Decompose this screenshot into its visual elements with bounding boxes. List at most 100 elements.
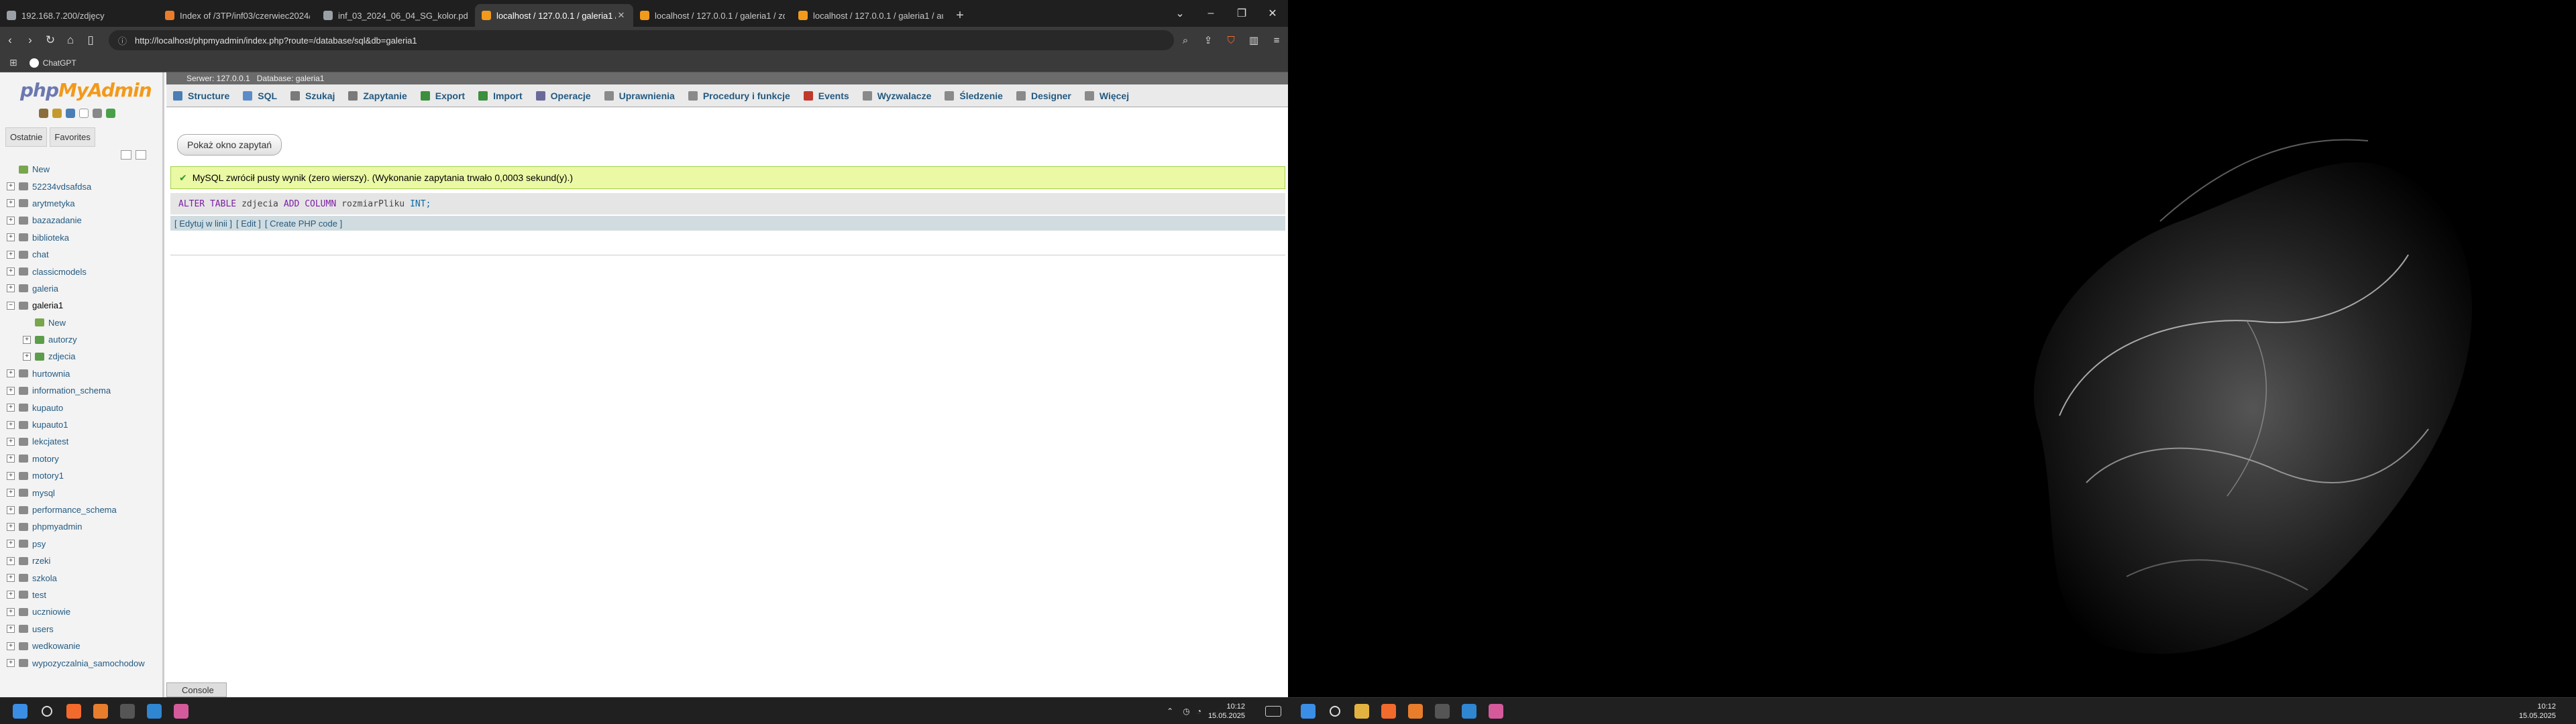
tree-database[interactable]: + bazazadanie [7,212,164,229]
maximize-icon[interactable]: ❐ [1226,0,1257,27]
expand-icon[interactable]: + [7,591,15,599]
back-icon[interactable]: ‹ [0,30,20,50]
expand-icon[interactable]: + [7,505,15,514]
collapse-all-icon[interactable] [121,150,131,160]
tree-database[interactable]: + arytmetyka [7,195,164,212]
menu-tab[interactable]: Wyzwalacze [862,90,931,101]
expand-icon[interactable]: + [7,216,15,225]
terminal-icon[interactable] [1429,698,1456,724]
menu-tab[interactable]: Import [478,90,523,101]
logout-icon[interactable] [52,109,62,118]
tree-database[interactable]: + motory [7,450,164,467]
tree-database[interactable]: + lekcjatest [7,433,164,450]
expand-icon[interactable]: + [7,404,15,412]
edit-link[interactable]: [ Edit ] [236,219,261,229]
xampp-icon[interactable] [1402,698,1429,724]
edit-inline-link[interactable]: [ Edytuj w linii ] [174,219,232,229]
zoom-icon[interactable]: ⌕ [1174,30,1197,50]
menu-tab[interactable]: Więcej [1084,90,1129,101]
create-php-code-link[interactable]: [ Create PHP code ] [265,219,342,229]
brave-icon[interactable] [60,698,87,724]
menu-tab[interactable]: Procedury i funkcje [688,90,790,101]
site-info-icon[interactable]: ⓘ [118,34,127,47]
start-icon[interactable] [1295,698,1322,724]
bookmark-chatgpt[interactable]: ChatGPT [29,58,76,68]
tree-database[interactable]: + chat [7,246,164,263]
menu-tab[interactable]: Export [420,90,465,101]
tree-table[interactable]: + zdjecia [7,348,164,365]
tree-database[interactable]: + classicmodels [7,263,164,280]
show-query-button[interactable]: Pokaż okno zapytań [177,134,282,156]
tree-database[interactable]: + uczniowie [7,603,164,620]
menu-tab[interactable]: Szukaj [290,90,335,101]
tree-database[interactable]: + phpmyadmin [7,518,164,535]
expand-icon[interactable]: + [23,352,31,361]
new-tab-button[interactable]: + [950,4,970,27]
home-icon[interactable] [39,109,48,118]
home-icon[interactable]: ⌂ [60,30,80,50]
link-icon[interactable] [136,150,146,160]
tree-database[interactable]: + information_schema [7,382,164,399]
menu-tab[interactable]: Events [803,90,849,101]
tree-database[interactable]: + wedkowanie [7,638,164,654]
volume-icon[interactable]: ◔ [1197,707,1201,716]
search-icon[interactable] [34,698,60,724]
expand-icon[interactable]: + [7,386,15,395]
phpmyadmin-logo[interactable]: phpMyAdmin [20,79,152,101]
tab-recent[interactable]: Ostatnie [5,127,48,147]
tree-database[interactable]: − galeria1 [7,297,164,314]
tree-database[interactable]: + motory1 [7,467,164,484]
tree-database[interactable]: + galeria [7,280,164,297]
expand-icon[interactable]: + [7,574,15,583]
tree-new[interactable]: New [7,161,164,178]
browser-tab[interactable]: inf_03_2024_06_04_SG_kolor.pdf [317,4,475,27]
notifications-icon[interactable] [1265,706,1281,717]
console-toggle[interactable]: Console [166,682,227,697]
help-icon[interactable] [66,109,75,118]
share-icon[interactable]: ⇪ [1197,30,1220,50]
tree-database[interactable]: + mysql [7,484,164,501]
expand-icon[interactable]: + [7,522,15,531]
menu-tab[interactable]: SQL [243,90,277,101]
brave-icon[interactable] [1375,698,1402,724]
tree-database[interactable]: + wypozyczalnia_samochodow [7,654,164,671]
expand-icon[interactable]: + [7,471,15,480]
expand-icon[interactable]: + [7,182,15,191]
expand-icon[interactable]: + [7,267,15,276]
tree-database[interactable]: + rzeki [7,552,164,569]
menu-tab[interactable]: Śledzenie [945,90,1003,101]
tree-database[interactable]: + biblioteka [7,229,164,246]
sidebar-toggle-icon[interactable]: ▥ [1242,30,1265,50]
expand-icon[interactable]: + [7,369,15,378]
tree-database[interactable]: +52234vdsafdsa [7,178,164,194]
expand-icon[interactable]: + [7,540,15,548]
collapse-icon[interactable]: − [7,301,15,310]
browser-tab[interactable]: localhost / 127.0.0.1 / galeria1 / zdj [633,4,792,27]
paint-icon[interactable] [168,698,195,724]
tree-table[interactable]: + autorzy [7,331,164,348]
expand-icon[interactable]: + [7,250,15,259]
start-icon[interactable] [7,698,34,724]
browser-tab[interactable]: Index of /3TP/inf03/czerwiec2024/ [158,4,317,27]
shields-icon[interactable]: ⛉ [1220,30,1242,50]
expand-icon[interactable]: + [7,284,15,293]
tree-new[interactable]: New [7,314,164,331]
tree-database[interactable]: + kupauto [7,399,164,416]
expand-icon[interactable]: + [7,437,15,446]
tree-database[interactable]: + kupauto1 [7,416,164,433]
breadcrumb-database[interactable]: Database: galeria1 [257,74,325,83]
reload-icon[interactable]: ↻ [40,30,60,50]
expand-icon[interactable]: + [7,625,15,634]
breadcrumb-server[interactable]: Serwer: 127.0.0.1 [186,74,250,83]
tab-search-icon[interactable]: ⌄ [1165,0,1195,27]
minimize-icon[interactable]: – [1195,0,1226,27]
bookmark-icon[interactable]: ▯ [80,30,101,50]
clock[interactable]: 10:12 15.05.2025 [1208,702,1245,721]
expand-icon[interactable]: + [7,642,15,650]
menu-tab[interactable]: Designer [1016,90,1071,101]
menu-tab[interactable]: Zapytanie [348,90,407,101]
expand-icon[interactable]: + [7,607,15,616]
browser-tab[interactable]: localhost / 127.0.0.1 / galeria1 /✕ [475,4,633,27]
settings-icon[interactable] [93,109,102,118]
apps-icon[interactable]: ⊞ [9,57,17,68]
